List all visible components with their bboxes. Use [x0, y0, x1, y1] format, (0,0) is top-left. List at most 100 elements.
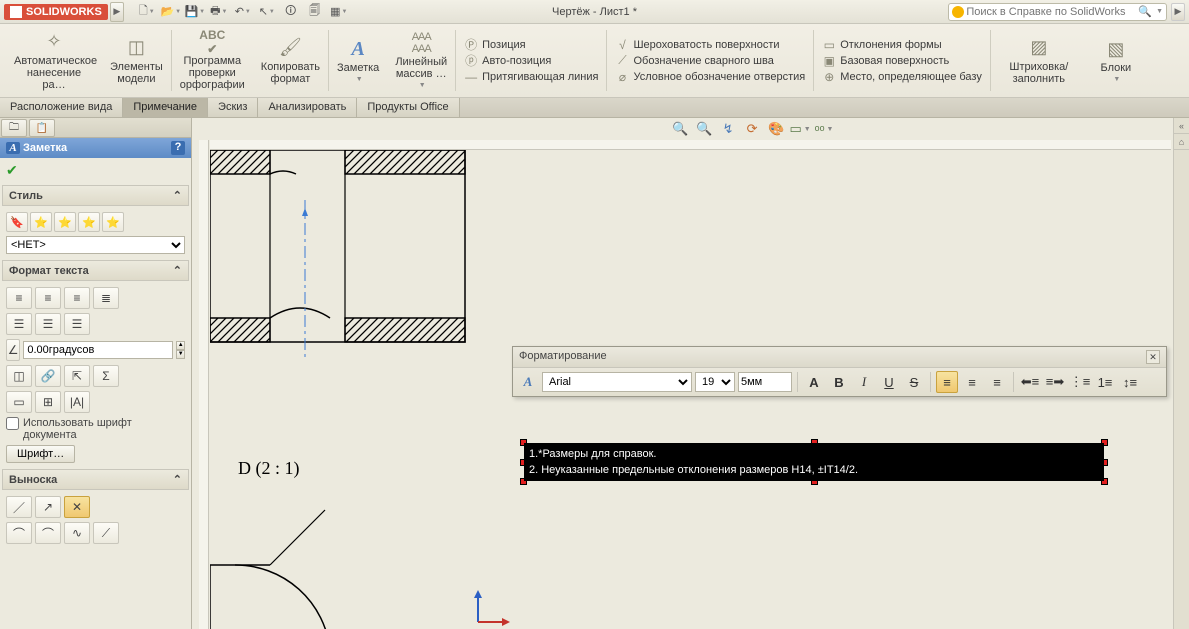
ribbon-surface-finish[interactable]: √Шероховатость поверхности: [611, 37, 809, 53]
ribbon-magnetic-line[interactable]: —Притягивающая линия: [460, 69, 602, 85]
fmt-sym-button[interactable]: |A|: [64, 391, 90, 413]
rail-expand-left-icon[interactable]: «: [1174, 118, 1189, 134]
style-fav-load[interactable]: ⭐: [102, 212, 124, 232]
fmt-box-button[interactable]: ▭: [6, 391, 32, 413]
help-search-box[interactable]: 🔍 ▼: [948, 3, 1167, 21]
angle-spinner[interactable]: ▲▼: [176, 341, 185, 359]
font-name-select[interactable]: Arial: [542, 372, 692, 392]
pattern-dropdown-icon[interactable]: ▼: [419, 82, 426, 89]
tab-view-layout[interactable]: Расположение вида: [0, 98, 123, 117]
valign-bottom-button[interactable]: ☰: [64, 313, 90, 335]
close-icon[interactable]: ✕: [1146, 350, 1160, 364]
font-button[interactable]: Шрифт…: [6, 445, 75, 463]
qat-print-button[interactable]: 🖶▼: [208, 3, 230, 21]
leader-arrow-4[interactable]: ⟋: [93, 522, 119, 544]
insert-link-button[interactable]: ⇱: [64, 365, 90, 387]
pm-tab-property[interactable]: 📋: [29, 119, 55, 137]
align-center-button[interactable]: ≡: [35, 287, 61, 309]
note-text-box[interactable]: 1.*Размеры для справок. 2. Неуказанные п…: [524, 443, 1104, 481]
insert-symbol-button[interactable]: ◫: [6, 365, 32, 387]
insert-variable-button[interactable]: Σ: [93, 365, 119, 387]
note-dropdown-icon[interactable]: ▼: [356, 76, 363, 83]
numbering-button[interactable]: 1≡: [1094, 371, 1116, 393]
line-spacing-button[interactable]: ↕≡: [1119, 371, 1141, 393]
italic-button[interactable]: I: [853, 371, 875, 393]
ribbon-linear-pattern[interactable]: AAAAAA Линейный массив … ▼: [387, 26, 455, 95]
use-doc-font-input[interactable]: [6, 417, 19, 430]
strike-button[interactable]: S: [903, 371, 925, 393]
text-color-button[interactable]: A: [803, 371, 825, 393]
hide-show-icon[interactable]: ᵒᵒ▼: [815, 120, 833, 138]
angle-input[interactable]: [23, 341, 173, 359]
pm-leader-header[interactable]: Выноска⌃: [2, 469, 189, 490]
titlebar-expand-arrow[interactable]: ▶: [1171, 3, 1185, 21]
bold-button[interactable]: B: [828, 371, 850, 393]
qat-settings-button[interactable]: ▦▼: [328, 3, 350, 21]
justify-center-button[interactable]: ≡: [961, 371, 983, 393]
leader-arrow-3[interactable]: ∿: [64, 522, 90, 544]
fmt-fit-button[interactable]: ⊞: [35, 391, 61, 413]
blocks-dropdown-icon[interactable]: ▼: [1113, 76, 1120, 83]
use-doc-font-checkbox[interactable]: Использовать шрифт документа: [6, 417, 185, 441]
qat-new-button[interactable]: 🗋▼: [136, 3, 158, 21]
ribbon-datum-target[interactable]: ⊕Место, определяющее базу: [818, 69, 986, 85]
help-search-input[interactable]: [966, 6, 1136, 18]
display-style-icon[interactable]: 🎨: [767, 120, 785, 138]
ribbon-weld-symbol[interactable]: ⟋Обозначение сварного шва: [611, 53, 809, 69]
pm-style-header[interactable]: Стиль⌃: [2, 185, 189, 206]
style-fav-save[interactable]: ⭐: [78, 212, 100, 232]
formatting-toolbar-title[interactable]: Форматирование ✕: [513, 347, 1166, 368]
qat-undo-button[interactable]: ↶▼: [232, 3, 254, 21]
align-right-button[interactable]: ≡: [64, 287, 90, 309]
pm-textformat-header[interactable]: Формат текста⌃: [2, 260, 189, 281]
ribbon-auto-balloon[interactable]: ⓟАвто-позиция: [460, 53, 602, 69]
justify-left-button[interactable]: ≡: [936, 371, 958, 393]
style-fav-delete[interactable]: ⭐: [54, 212, 76, 232]
zoom-area-icon[interactable]: 🔍: [695, 120, 713, 138]
style-select[interactable]: <НЕТ>: [6, 236, 185, 254]
ribbon-model-items[interactable]: ◫ Элементы модели: [102, 26, 171, 95]
font-size-select[interactable]: 19: [695, 372, 735, 392]
underline-button[interactable]: U: [878, 371, 900, 393]
style-fav-apply[interactable]: 🔖: [6, 212, 28, 232]
leader-arrow-2[interactable]: ⌒: [35, 522, 61, 544]
section-view-icon[interactable]: ⟳: [743, 120, 761, 138]
ok-check-icon[interactable]: ✔: [6, 162, 18, 178]
qat-rebuild-button[interactable]: 🛈: [280, 3, 302, 21]
ribbon-geo-tolerance[interactable]: ▭Отклонения формы: [818, 37, 986, 53]
insert-hyperlink-button[interactable]: 🔗: [35, 365, 61, 387]
zoom-fit-icon[interactable]: 🔍: [671, 120, 689, 138]
view-settings-icon[interactable]: ▭▼: [791, 120, 809, 138]
align-justify-button[interactable]: ≣: [93, 287, 119, 309]
rail-home-icon[interactable]: ⌂: [1174, 134, 1189, 150]
style-fav-add[interactable]: ⭐: [30, 212, 52, 232]
valign-middle-button[interactable]: ☰: [35, 313, 61, 335]
leader-style-3-active[interactable]: ✕: [64, 496, 90, 518]
ribbon-note[interactable]: A Заметка ▼: [329, 26, 387, 95]
note-selected-text[interactable]: 1.*Размеры для справок. 2. Неуказанные п…: [524, 443, 1104, 481]
ribbon-datum[interactable]: ▣Базовая поверхность: [818, 53, 986, 69]
ribbon-spellcheck[interactable]: ABC✔ Программа проверки орфографии: [172, 26, 253, 95]
ribbon-blocks[interactable]: ▧ Блоки ▼: [1087, 26, 1145, 95]
tab-office-products[interactable]: Продукты Office: [357, 98, 459, 117]
tab-sketch[interactable]: Эскиз: [208, 98, 258, 117]
bullets-button[interactable]: ⋮≡: [1069, 371, 1091, 393]
leader-arrow-1[interactable]: ⌒: [6, 522, 32, 544]
pm-help-icon[interactable]: ?: [171, 141, 185, 155]
search-dropdown[interactable]: ▼: [1156, 8, 1163, 15]
formatting-toolbar[interactable]: Форматирование ✕ A Arial 19 A B I U S ≡ …: [512, 346, 1167, 397]
qat-select-button[interactable]: ↖▼: [256, 3, 278, 21]
qat-options-button[interactable]: 🗐: [304, 3, 326, 21]
pm-tab-feature-tree[interactable]: 🗀: [1, 119, 27, 137]
ribbon-hole-callout[interactable]: ⌀Условное обозначение отверстия: [611, 69, 809, 85]
align-left-button[interactable]: ≡: [6, 287, 32, 309]
prev-view-icon[interactable]: ↯: [719, 120, 737, 138]
indent-inc-button[interactable]: ≡➡: [1044, 371, 1066, 393]
ribbon-auto-dimension[interactable]: ✧ Автоматическое нанесение ра…: [6, 26, 102, 95]
justify-right-button[interactable]: ≡: [986, 371, 1008, 393]
app-menu-arrow[interactable]: ▶: [110, 2, 124, 22]
leader-style-1[interactable]: ／: [6, 496, 32, 518]
font-color-a-icon[interactable]: A: [517, 371, 539, 393]
valign-top-button[interactable]: ☰: [6, 313, 32, 335]
indent-dec-button[interactable]: ⬅≡: [1019, 371, 1041, 393]
